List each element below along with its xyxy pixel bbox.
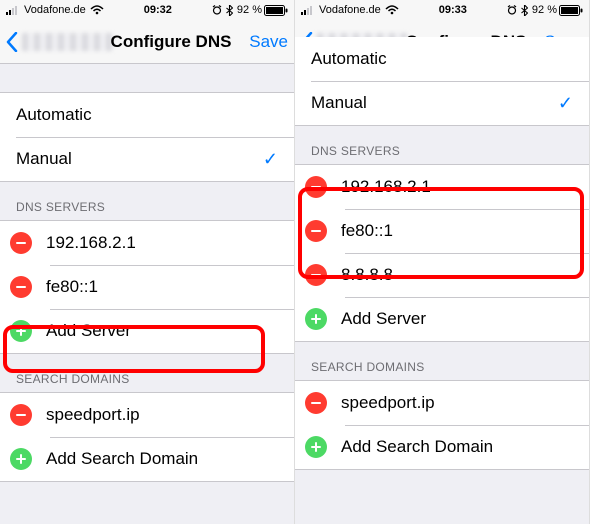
dns-value: 192.168.2.1 bbox=[341, 177, 573, 197]
dns-group: 192.168.2.1 fe80::1 Add Server bbox=[0, 220, 294, 354]
dns-header: DNS SERVERS bbox=[295, 126, 589, 164]
clock: 09:32 bbox=[104, 4, 212, 16]
bluetooth-icon bbox=[226, 5, 233, 16]
remove-icon[interactable] bbox=[10, 276, 32, 298]
add-icon[interactable] bbox=[10, 448, 32, 470]
add-icon[interactable] bbox=[305, 308, 327, 330]
remove-icon[interactable] bbox=[10, 232, 32, 254]
add-search-domain-label: Add Search Domain bbox=[341, 437, 573, 457]
add-server-label: Add Server bbox=[46, 321, 278, 341]
dns-value: fe80::1 bbox=[341, 221, 573, 241]
alarm-icon bbox=[212, 5, 222, 15]
search-domain-row[interactable]: speedport.ip bbox=[0, 393, 294, 437]
mode-manual-label: Manual bbox=[311, 93, 558, 113]
carrier-label: Vodafone.de bbox=[319, 4, 381, 16]
search-domain-value: speedport.ip bbox=[341, 393, 573, 413]
battery-percent: 92 % bbox=[532, 4, 557, 16]
add-server-row[interactable]: Add Server bbox=[295, 297, 589, 341]
battery-icon bbox=[264, 5, 288, 16]
mode-automatic-label: Automatic bbox=[16, 105, 278, 125]
content: Automatic Manual ✓ DNS SERVERS 192.168.2… bbox=[295, 36, 589, 470]
status-bar: Vodafone.de 09:32 92 % bbox=[0, 0, 294, 20]
dns-header: DNS SERVERS bbox=[0, 182, 294, 220]
clock: 09:33 bbox=[399, 4, 507, 16]
search-header: SEARCH DOMAINS bbox=[295, 342, 589, 380]
add-search-domain-row[interactable]: Add Search Domain bbox=[0, 437, 294, 481]
mode-automatic[interactable]: Automatic bbox=[295, 37, 589, 81]
search-header: SEARCH DOMAINS bbox=[0, 354, 294, 392]
screen-right: Vodafone.de 09:33 92 % Con bbox=[295, 0, 590, 524]
wifi-icon bbox=[90, 5, 104, 15]
dns-group: 192.168.2.1 fe80::1 8.8.8.8 Add Server bbox=[295, 164, 589, 342]
dns-row[interactable]: 192.168.2.1 bbox=[0, 221, 294, 265]
add-icon[interactable] bbox=[305, 436, 327, 458]
mode-automatic-label: Automatic bbox=[311, 49, 573, 69]
back-button[interactable] bbox=[6, 32, 112, 52]
checkmark-icon: ✓ bbox=[558, 93, 573, 114]
mode-group: Automatic Manual ✓ bbox=[0, 92, 294, 182]
add-search-domain-label: Add Search Domain bbox=[46, 449, 278, 469]
back-label-blurred bbox=[22, 33, 112, 51]
add-icon[interactable] bbox=[10, 320, 32, 342]
add-server-label: Add Server bbox=[341, 309, 573, 329]
remove-icon[interactable] bbox=[305, 220, 327, 242]
carrier-label: Vodafone.de bbox=[24, 4, 86, 16]
search-domain-row[interactable]: speedport.ip bbox=[295, 381, 589, 425]
remove-icon[interactable] bbox=[305, 392, 327, 414]
add-search-domain-row[interactable]: Add Search Domain bbox=[295, 425, 589, 469]
content: Automatic Manual ✓ DNS SERVERS 192.168.2… bbox=[0, 64, 294, 482]
cell-signal-icon bbox=[6, 5, 20, 15]
chevron-left-icon bbox=[6, 32, 18, 52]
battery-percent: 92 % bbox=[237, 4, 262, 16]
alarm-icon bbox=[507, 5, 517, 15]
wifi-icon bbox=[385, 5, 399, 15]
checkmark-icon: ✓ bbox=[263, 149, 278, 170]
mode-manual[interactable]: Manual ✓ bbox=[295, 81, 589, 125]
mode-manual-label: Manual bbox=[16, 149, 263, 169]
dns-row[interactable]: 192.168.2.1 bbox=[295, 165, 589, 209]
save-button[interactable]: Save bbox=[249, 32, 288, 52]
remove-icon[interactable] bbox=[305, 176, 327, 198]
dns-row[interactable]: fe80::1 bbox=[295, 209, 589, 253]
mode-manual[interactable]: Manual ✓ bbox=[0, 137, 294, 181]
search-group: speedport.ip Add Search Domain bbox=[295, 380, 589, 470]
dns-value: 192.168.2.1 bbox=[46, 233, 278, 253]
search-group: speedport.ip Add Search Domain bbox=[0, 392, 294, 482]
cell-signal-icon bbox=[301, 5, 315, 15]
mode-group: Automatic Manual ✓ bbox=[295, 36, 589, 126]
add-server-row[interactable]: Add Server bbox=[0, 309, 294, 353]
battery-icon bbox=[559, 5, 583, 16]
dns-row[interactable]: fe80::1 bbox=[0, 265, 294, 309]
dns-value: 8.8.8.8 bbox=[341, 265, 573, 285]
bluetooth-icon bbox=[521, 5, 528, 16]
screen-left: Vodafone.de 09:32 92 % Con bbox=[0, 0, 295, 524]
nav-bar: Configure DNS Save bbox=[0, 20, 294, 64]
search-domain-value: speedport.ip bbox=[46, 405, 278, 425]
remove-icon[interactable] bbox=[10, 404, 32, 426]
dns-row[interactable]: 8.8.8.8 bbox=[295, 253, 589, 297]
status-bar: Vodafone.de 09:33 92 % bbox=[295, 0, 589, 20]
mode-automatic[interactable]: Automatic bbox=[0, 93, 294, 137]
dns-value: fe80::1 bbox=[46, 277, 278, 297]
remove-icon[interactable] bbox=[305, 264, 327, 286]
